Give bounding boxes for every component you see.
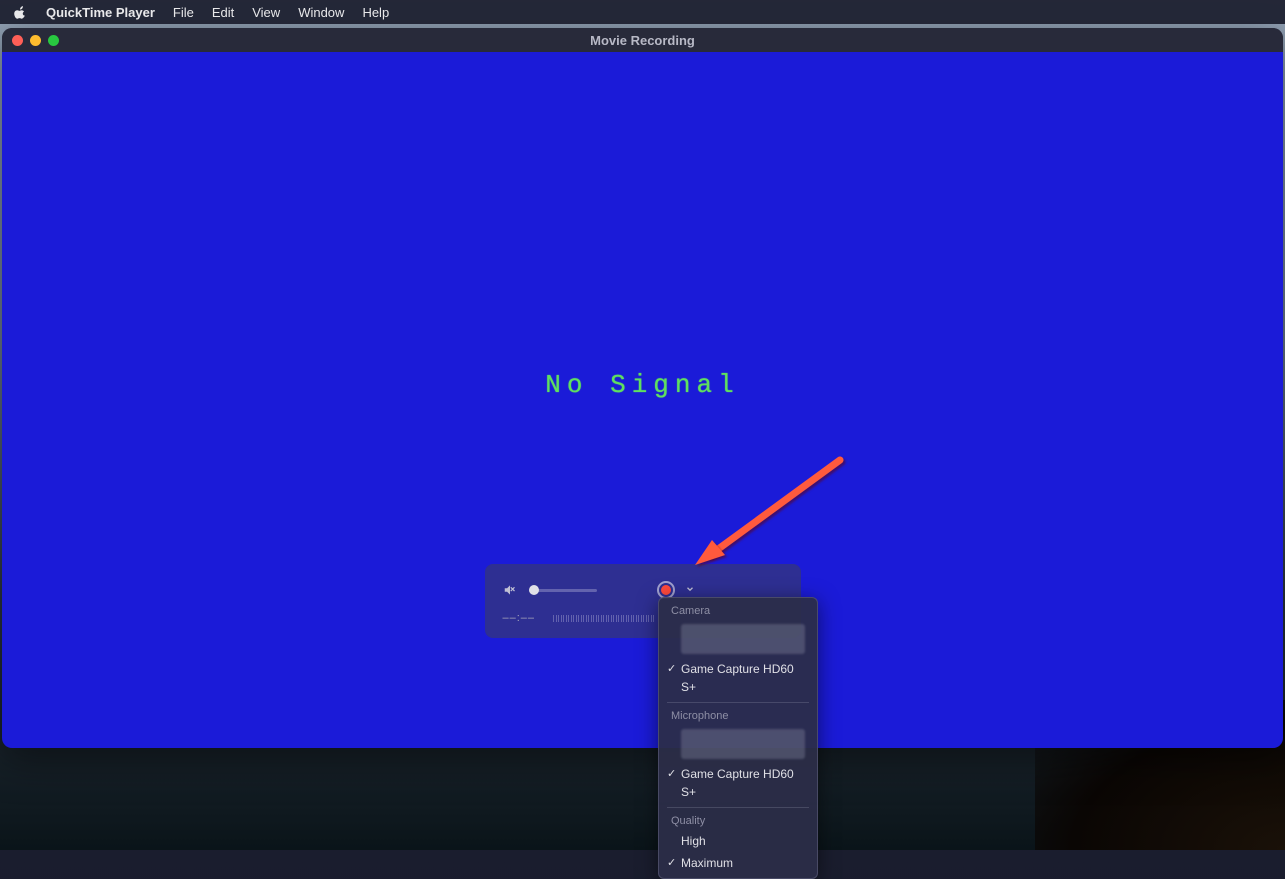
- menu-view[interactable]: View: [252, 5, 280, 20]
- menu-edit[interactable]: Edit: [212, 5, 234, 20]
- window-controls: [12, 35, 59, 46]
- close-window-button[interactable]: [12, 35, 23, 46]
- options-chevron-down-icon[interactable]: [685, 583, 695, 597]
- video-preview-area: No Signal ––:–: [2, 52, 1283, 748]
- zoom-window-button[interactable]: [48, 35, 59, 46]
- dropdown-mic-item-hd60[interactable]: Game Capture HD60 S+: [659, 763, 817, 803]
- menu-window[interactable]: Window: [298, 5, 344, 20]
- window-titlebar[interactable]: Movie Recording: [2, 28, 1283, 52]
- window-title: Movie Recording: [590, 33, 695, 48]
- no-signal-text: No Signal: [545, 370, 739, 400]
- minimize-window-button[interactable]: [30, 35, 41, 46]
- dropdown-section-quality: Quality: [659, 812, 817, 830]
- dropdown-separator: [667, 702, 809, 703]
- timecode-display: ––:––: [503, 612, 536, 624]
- volume-slider[interactable]: [529, 589, 597, 592]
- dropdown-camera-item-blurred[interactable]: [681, 624, 805, 654]
- dropdown-mic-item-blurred[interactable]: [681, 729, 805, 759]
- menu-file[interactable]: File: [173, 5, 194, 20]
- apple-menu-icon[interactable]: [14, 5, 28, 19]
- app-menu[interactable]: QuickTime Player: [46, 5, 155, 20]
- audio-level-meter: [553, 614, 654, 622]
- dropdown-quality-maximum[interactable]: Maximum: [659, 852, 817, 874]
- dropdown-section-microphone: Microphone: [659, 707, 817, 725]
- volume-slider-thumb[interactable]: [529, 585, 539, 595]
- record-icon: [661, 585, 671, 595]
- dropdown-section-camera: Camera: [659, 602, 817, 620]
- system-menubar: QuickTime Player File Edit View Window H…: [0, 0, 1285, 24]
- mute-icon[interactable]: [503, 583, 517, 597]
- dropdown-quality-high[interactable]: High: [659, 830, 817, 852]
- dropdown-camera-item-hd60[interactable]: Game Capture HD60 S+: [659, 658, 817, 698]
- recording-options-dropdown: Camera Game Capture HD60 S+ Microphone G…: [658, 597, 818, 879]
- menu-help[interactable]: Help: [362, 5, 389, 20]
- dropdown-separator: [667, 807, 809, 808]
- movie-recording-window: Movie Recording No Signal: [2, 28, 1283, 748]
